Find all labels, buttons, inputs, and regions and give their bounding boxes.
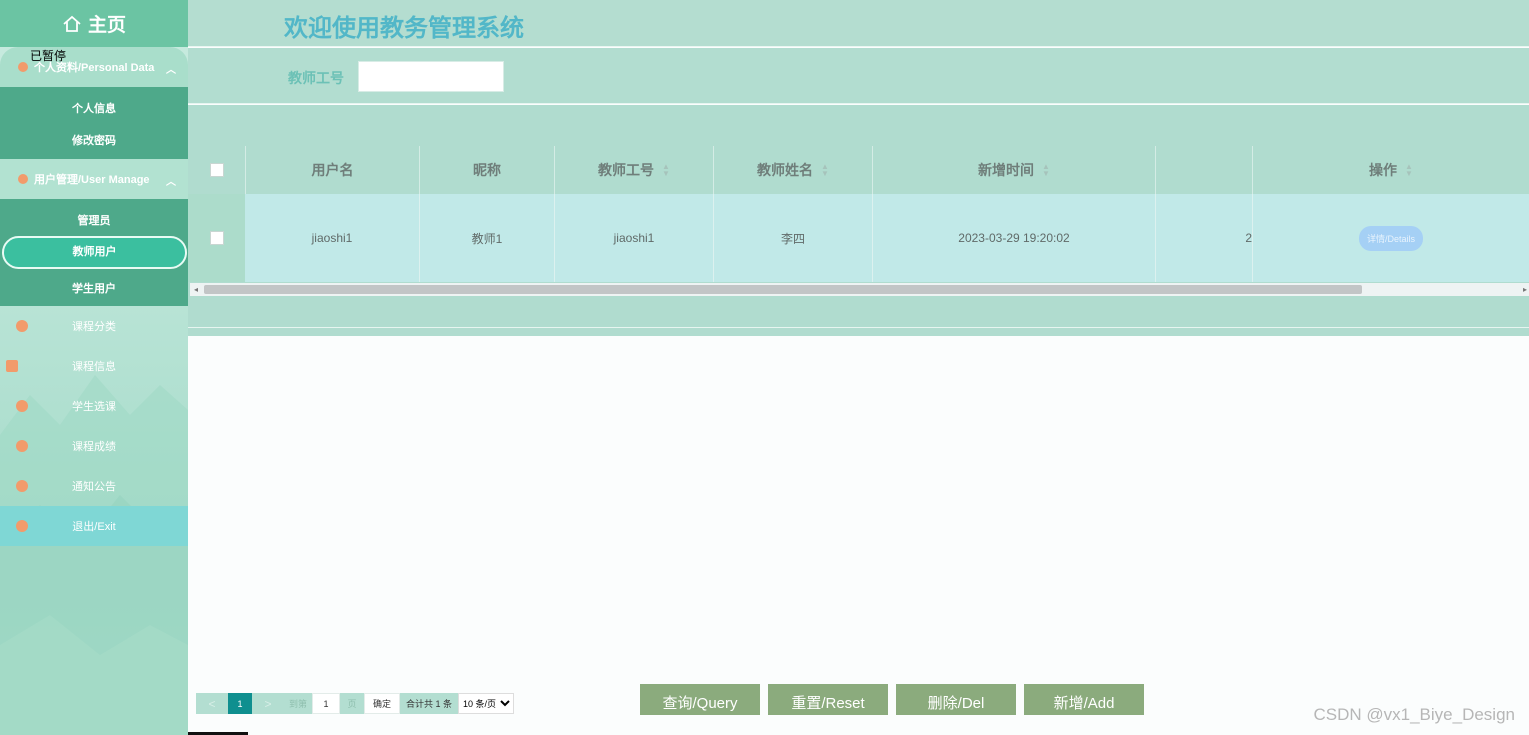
nav-label: 学生选课 [72,401,116,413]
select-all-checkbox[interactable] [209,163,224,177]
chevron-up-icon: ︿ [166,177,176,188]
home-button[interactable]: 主页 [0,0,188,47]
submenu-item-admin[interactable]: 管理员 [0,212,188,228]
nav-label: 课程信息 [72,361,116,373]
category-icon [16,320,28,332]
col-label: 昵称 [473,162,501,178]
details-button[interactable]: 详情/Details [1358,225,1423,251]
submenu-item-profile[interactable]: 个人信息 [0,100,188,116]
menu-user-manage-label: 用户管理/User Manage [34,174,150,186]
submenu-item-password[interactable]: 修改密码 [0,132,188,148]
home-label: 主页 [87,15,126,36]
nav-label: 退出/Exit [72,521,116,533]
chevron-up-icon: ︿ [166,65,176,76]
col-hidden [1155,146,1252,194]
page-size-select[interactable]: 10 条/页 [458,693,515,714]
watermark: CSDN @vx1_Biye_Design [1313,705,1515,724]
sort-icon[interactable]: ▲ ▼ [821,163,829,178]
nav-exit[interactable]: 退出/Exit [0,506,188,546]
search-bar: 教师工号 [188,48,1529,104]
data-table: 用户名 昵称 教师工号 ▲ ▼ 教师姓名 ▲ ▼ 新增时间 ▲ ▼ 操作 ▲ ▼ jiaoshi… [188,105,1529,336]
page-1-button[interactable]: 1 [228,693,252,714]
confirm-jump-button[interactable]: 确定 [364,693,400,714]
col-created[interactable]: 新增时间 ▲ ▼ [872,146,1155,194]
goto-label: 到第 [284,693,312,714]
cell-actions: 详情/Details [1252,194,1529,282]
nav-label: 课程成绩 [72,441,116,453]
col-label: 教师姓名 [757,162,814,178]
pagination: < 1 > 到第 1 页 确定 合计共 1 条 10 条/页 [196,693,515,714]
scroll-right-icon[interactable]: ▸ [1523,283,1527,296]
row-select-cell [188,194,245,282]
page-size-wrapper: 10 条/页 [458,693,515,714]
row-checkbox[interactable] [209,231,224,245]
cell-hidden: 2 [1155,194,1252,282]
nav-notices[interactable]: 通知公告 [0,466,188,506]
teacher-id-input[interactable] [358,61,504,92]
exit-icon [16,520,28,532]
table-row[interactable]: jiaoshi1 教师1 jiaoshi1 李四 2023-03-29 19:2… [245,194,1529,282]
cell-nickname: 教师1 [419,194,554,282]
book-icon [6,360,18,372]
paused-toast: 已暂停 [30,49,67,63]
table-header: 用户名 昵称 教师工号 ▲ ▼ 教师姓名 ▲ ▼ 新增时间 ▲ ▼ 操作 ▲ ▼ [188,146,1529,194]
page-suffix: 页 [340,693,364,714]
col-label: 用户名 [311,162,354,178]
col-nickname: 昵称 [419,146,554,194]
user-icon [18,174,28,184]
horizontal-scrollbar[interactable]: ◂ ▸ [190,283,1529,296]
menu-personal-data[interactable]: 个人资料/Personal Data ︿ [0,47,188,87]
page-jump-input[interactable]: 1 [312,693,340,714]
col-teacher-name[interactable]: 教师姓名 ▲ ▼ [713,146,872,194]
add-button[interactable]: 新增/Add [1024,684,1144,715]
nav-course-selection[interactable]: 学生选课 [0,386,188,426]
col-actions[interactable]: 操作 ▲ ▼ [1252,146,1529,194]
submenu-personal: 个人信息 修改密码 [0,87,188,159]
cell-created: 2023-03-29 19:20:02 [872,194,1155,282]
delete-button[interactable]: 删除/Del [896,684,1016,715]
sort-icon[interactable]: ▲ ▼ [1042,163,1050,178]
select-all-cell [188,146,245,194]
col-username: 用户名 [245,146,419,194]
home-icon [63,15,81,32]
flag-icon [18,62,28,72]
topbar: 欢迎使用教务管理系统 [188,0,1529,47]
reset-button[interactable]: 重置/Reset [768,684,888,715]
teacher-id-label: 教师工号 [288,70,344,86]
message-icon [16,480,28,492]
col-label: 新增时间 [978,162,1035,178]
submenu-item-student[interactable]: 学生用户 [0,280,188,296]
page-title: 欢迎使用教务管理系统 [284,15,524,42]
cell-teacher-name: 李四 [713,194,872,282]
col-teacher-id[interactable]: 教师工号 ▲ ▼ [554,146,713,194]
total-count: 合计共 1 条 [400,693,459,714]
scroll-left-icon[interactable]: ◂ [194,283,198,296]
cell-teacher-id: jiaoshi1 [554,194,713,282]
query-button[interactable]: 查询/Query [640,684,760,715]
pin-icon [16,400,28,412]
next-page-button[interactable]: > [252,693,284,714]
nav-course-category[interactable]: 课程分类 [0,306,188,346]
nav-label: 通知公告 [72,481,116,493]
sort-icon[interactable]: ▲ ▼ [662,163,670,178]
scrollbar-thumb[interactable] [204,285,1362,294]
cell-username: jiaoshi1 [311,231,353,245]
sort-icon[interactable]: ▲ ▼ [1405,163,1413,178]
submenu-item-teacher[interactable]: 教师用户 [2,236,187,269]
arrow-up-icon [16,440,28,452]
submenu-user: 管理员 教师用户 学生用户 [0,199,188,306]
table-footer-divider [188,327,1529,328]
col-label: 操作 [1369,162,1398,178]
prev-page-button[interactable]: < [196,693,228,714]
sidebar: 主页 个人资料/Personal Data ︿ 已暂停 个人信息 修改密码 用户… [0,0,188,735]
nav-course-grades[interactable]: 课程成绩 [0,426,188,466]
nav-label: 课程分类 [72,321,116,333]
col-label: 教师工号 [598,162,655,178]
nav-course-info[interactable]: 课程信息 [0,346,188,386]
menu-user-manage[interactable]: 用户管理/User Manage ︿ [0,159,188,199]
